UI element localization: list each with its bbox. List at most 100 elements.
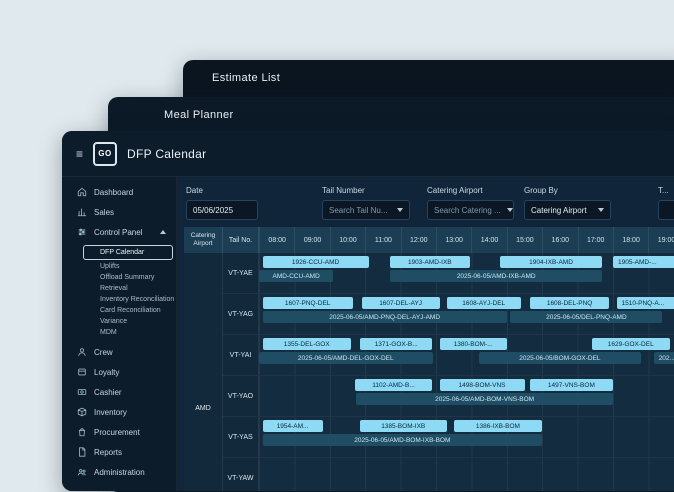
sidebar-subitem-inventory-reconciliation[interactable]: Inventory Reconciliation [62,294,176,305]
sidebar-item-loyalty[interactable]: Loyalty [62,362,176,382]
flight-bar[interactable]: 1386-IXB-BOM [454,420,543,432]
gantt-row-vt-yao: VT-YAO 1102-AMD-B... 1498-BOM-VNS 1497-VNS-… [223,376,674,417]
flight-bar[interactable]: 1385-BOM-IXB [360,420,447,432]
flight-bar[interactable]: 1608-AYJ-DEL [447,297,521,309]
route-bar[interactable]: 2025-06-05/AMD-BOM-IXB-BOM [263,434,543,446]
flight-bar[interactable]: 1905-AMD-... [613,256,674,268]
flight-bar[interactable]: 1498-BOM-VNS [440,379,525,391]
sidebar-item-administration[interactable]: Administration [62,462,176,482]
sidebar-item-procurement[interactable]: Procurement [62,422,176,442]
tail-number-filter: Tail Number Search Tail Nu... [322,186,410,220]
sidebar-subitem-variance[interactable]: Variance [62,316,176,327]
date-value: 05/06/2025 [193,206,233,215]
sidebar-item-inventory[interactable]: Inventory [62,402,176,422]
tail-number: VT-YAE [223,253,259,293]
route-bar[interactable]: 2025-06-05/DEL-PNQ-AMD [510,311,662,323]
flight-bar[interactable]: 1380-BOM-... [440,338,507,350]
date-filter: Date 05/06/2025 [186,186,258,220]
sidebar-subitem-uplifts[interactable]: Uplifts [62,261,176,272]
sidebar-item-label: Control Panel [94,228,142,237]
control-panel-submenu: DFP CalendarUpliftsOffload SummaryRetrie… [62,242,176,342]
flight-bar[interactable]: 1903-AMD-IXB [390,256,470,268]
sidebar-item-reports[interactable]: Reports [62,442,176,462]
group-by-filter: Group By Catering Airport [524,186,611,220]
hour-header: 08:00 [259,227,294,253]
sliders-icon [77,227,87,237]
tail-number: VT-YAI [223,335,259,375]
flight-bar[interactable]: 1629-GOX-DEL [592,338,670,350]
flight-bar[interactable]: 1926-CCU-AMD [263,256,369,268]
menu-icon[interactable]: ≡ [76,147,83,161]
group-cell: AMD [184,253,223,491]
filter-bar: Date 05/06/2025 Tail Number Search Tail … [177,177,674,227]
group-by-select[interactable]: Catering Airport [524,200,611,220]
sidebar-item-dashboard[interactable]: Dashboard [62,182,176,202]
flight-bar[interactable]: 1510-PNQ-A... [617,297,674,309]
route-bar[interactable]: AMD-CCU-AMD [259,270,333,282]
sidebar-item-label: Loyalty [94,368,119,377]
gantt-header: Catering Airport Tail No. 08:0009:0010:0… [184,227,674,253]
route-bar[interactable]: 202... [654,352,674,364]
route-bar[interactable]: 2025-06-05/AMD-DEL-GOX-DEL [259,352,433,364]
flight-bar[interactable]: 1607-PNQ-DEL [263,297,353,309]
hour-header: 17:00 [578,227,613,253]
tail-number: VT-YAO [223,376,259,416]
clipped-filter: T... [658,186,674,220]
bag-icon [77,427,87,437]
app-header: ≡ GO DFP Calendar [62,131,674,177]
tail-column-header: Tail No. [223,227,259,253]
hour-header: 18:00 [613,227,648,253]
route-bar[interactable]: 2025-06-05/AMD-PNQ-DEL-AYJ-AMD [263,311,507,323]
sidebar-item-label: Reports [94,448,122,457]
hour-header: 16:00 [542,227,577,253]
route-bar[interactable]: 2025-06-05/AMD-BOM-VNS-BOM [356,393,613,405]
sidebar-subitem-card-reconciliation[interactable]: Card Reconciliation [62,305,176,316]
chevron-down-icon [598,208,604,212]
catering-airport-placeholder: Search Catering ... [434,206,501,215]
sidebar-subitem-dfp-calendar[interactable]: DFP Calendar [83,245,173,260]
sidebar-item-sales[interactable]: Sales [62,202,176,222]
flight-bar[interactable]: 1102-AMD-B... [355,379,433,391]
flight-bar[interactable]: 1355-DEL-GOX [263,338,352,350]
catering-airport-select[interactable]: Search Catering ... [427,200,514,220]
flight-bar[interactable]: 1607-DEL-AYJ [362,297,440,309]
gantt-row-vt-yai: VT-YAI 1355-DEL-GOX 1371-GOX-B... 1380-BOM-… [223,335,674,376]
flight-bar[interactable]: 1954-AM... [263,420,323,432]
file-icon [77,447,87,457]
date-input[interactable]: 05/06/2025 [186,200,258,220]
group-by-value: Catering Airport [531,206,587,215]
sidebar-item-control-panel[interactable]: Control Panel [62,222,176,242]
sidebar-item-label: Cashier [94,388,122,397]
flight-bar[interactable]: 1904-IXB-AMD [500,256,603,268]
date-label: Date [186,186,258,195]
tail-number-select[interactable]: Search Tail Nu... [322,200,410,220]
route-bar[interactable]: 2025-06-05/BOM-GOX-DEL [479,352,642,364]
clipped-filter-label: T... [658,186,674,195]
flight-bar[interactable]: 1371-GOX-B... [360,338,433,350]
route-bar[interactable]: 2025-06-05/AMD-IXB-AMD [390,270,602,282]
hour-headers: 08:0009:0010:0011:0012:0013:0014:0015:00… [259,227,674,253]
sidebar-item-label: Administration [94,468,145,477]
sidebar-subitem-offload-summary[interactable]: Offload Summary [62,272,176,283]
flight-bar[interactable]: 1497-VNS-BOM [530,379,613,391]
sidebar-subitem-mdm[interactable]: MDM [62,327,176,338]
sidebar-item-label: Crew [94,348,113,357]
tail-number-placeholder: Search Tail Nu... [329,206,388,215]
gantt-body: AMD VT-YAE 1926-CCU-AMD 1903-AMD-IXB 1904-I… [184,253,674,491]
sidebar-subitem-retrieval[interactable]: Retrieval [62,283,176,294]
gantt-calendar: Catering Airport Tail No. 08:0009:0010:0… [184,227,674,491]
dfp-calendar-window: ≡ GO DFP Calendar DashboardSales Control … [62,131,674,491]
flight-lane: 1355-DEL-GOX 1371-GOX-B... 1380-BOM-... 162… [259,335,674,375]
sidebar-item-cashier[interactable]: Cashier [62,382,176,402]
flight-lane: 1926-CCU-AMD 1903-AMD-IXB 1904-IXB-AMD 1905… [259,253,674,293]
sidebar-item-crew[interactable]: Crew [62,342,176,362]
chevron-down-icon [397,208,403,212]
catering-airport-filter: Catering Airport Search Catering ... [427,186,514,220]
hour-header: 11:00 [365,227,400,253]
page-title: DFP Calendar [127,147,206,161]
clipped-filter-select[interactable] [658,200,674,220]
flight-lane: 1102-AMD-B... 1498-BOM-VNS 1497-VNS-BOM 202… [259,376,674,416]
flight-bar[interactable]: 1608-DEL-PNQ [530,297,610,309]
hour-header: 10:00 [330,227,365,253]
hour-header: 15:00 [507,227,542,253]
